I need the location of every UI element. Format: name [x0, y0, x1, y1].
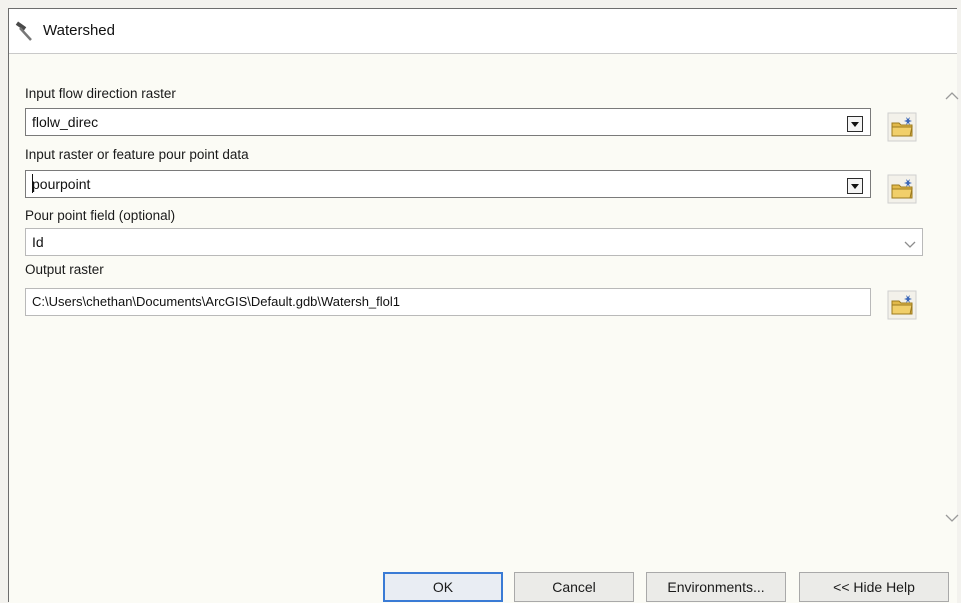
- output-raster-label: Output raster: [25, 262, 104, 277]
- flow-direction-browse-button[interactable]: [887, 112, 917, 142]
- flow-direction-dropdown-button[interactable]: [847, 116, 863, 132]
- hammer-icon: [15, 21, 32, 41]
- form-panel: Input flow direction raster flolw_direc …: [9, 54, 959, 603]
- output-raster-browse-button[interactable]: [887, 290, 917, 320]
- chevron-down-icon[interactable]: [901, 236, 919, 254]
- output-raster-input[interactable]: C:\Users\chethan\Documents\ArcGIS\Defaul…: [25, 288, 871, 316]
- flow-direction-select[interactable]: flolw_direc: [25, 108, 871, 136]
- ok-button[interactable]: OK: [383, 572, 503, 602]
- pour-point-field-label: Pour point field (optional): [25, 208, 176, 223]
- environments-button[interactable]: Environments...: [646, 572, 786, 602]
- scroll-up-icon[interactable]: [943, 90, 961, 102]
- cancel-button[interactable]: Cancel: [514, 572, 634, 602]
- pour-point-select[interactable]: pourpoint: [25, 170, 871, 198]
- pour-point-browse-button[interactable]: [887, 174, 917, 204]
- pour-point-field-select[interactable]: Id: [25, 228, 923, 256]
- pour-point-dropdown-button[interactable]: [847, 178, 863, 194]
- watershed-dialog: Watershed Input flow direction raster fl…: [8, 8, 959, 603]
- pour-point-label: Input raster or feature pour point data: [25, 147, 249, 162]
- hide-help-button[interactable]: << Hide Help: [799, 572, 949, 602]
- window-title: Watershed: [43, 22, 115, 39]
- flow-direction-label: Input flow direction raster: [25, 86, 176, 101]
- text-caret: [32, 174, 33, 193]
- scroll-down-icon[interactable]: [943, 512, 961, 524]
- title-bar: Watershed: [9, 9, 957, 54]
